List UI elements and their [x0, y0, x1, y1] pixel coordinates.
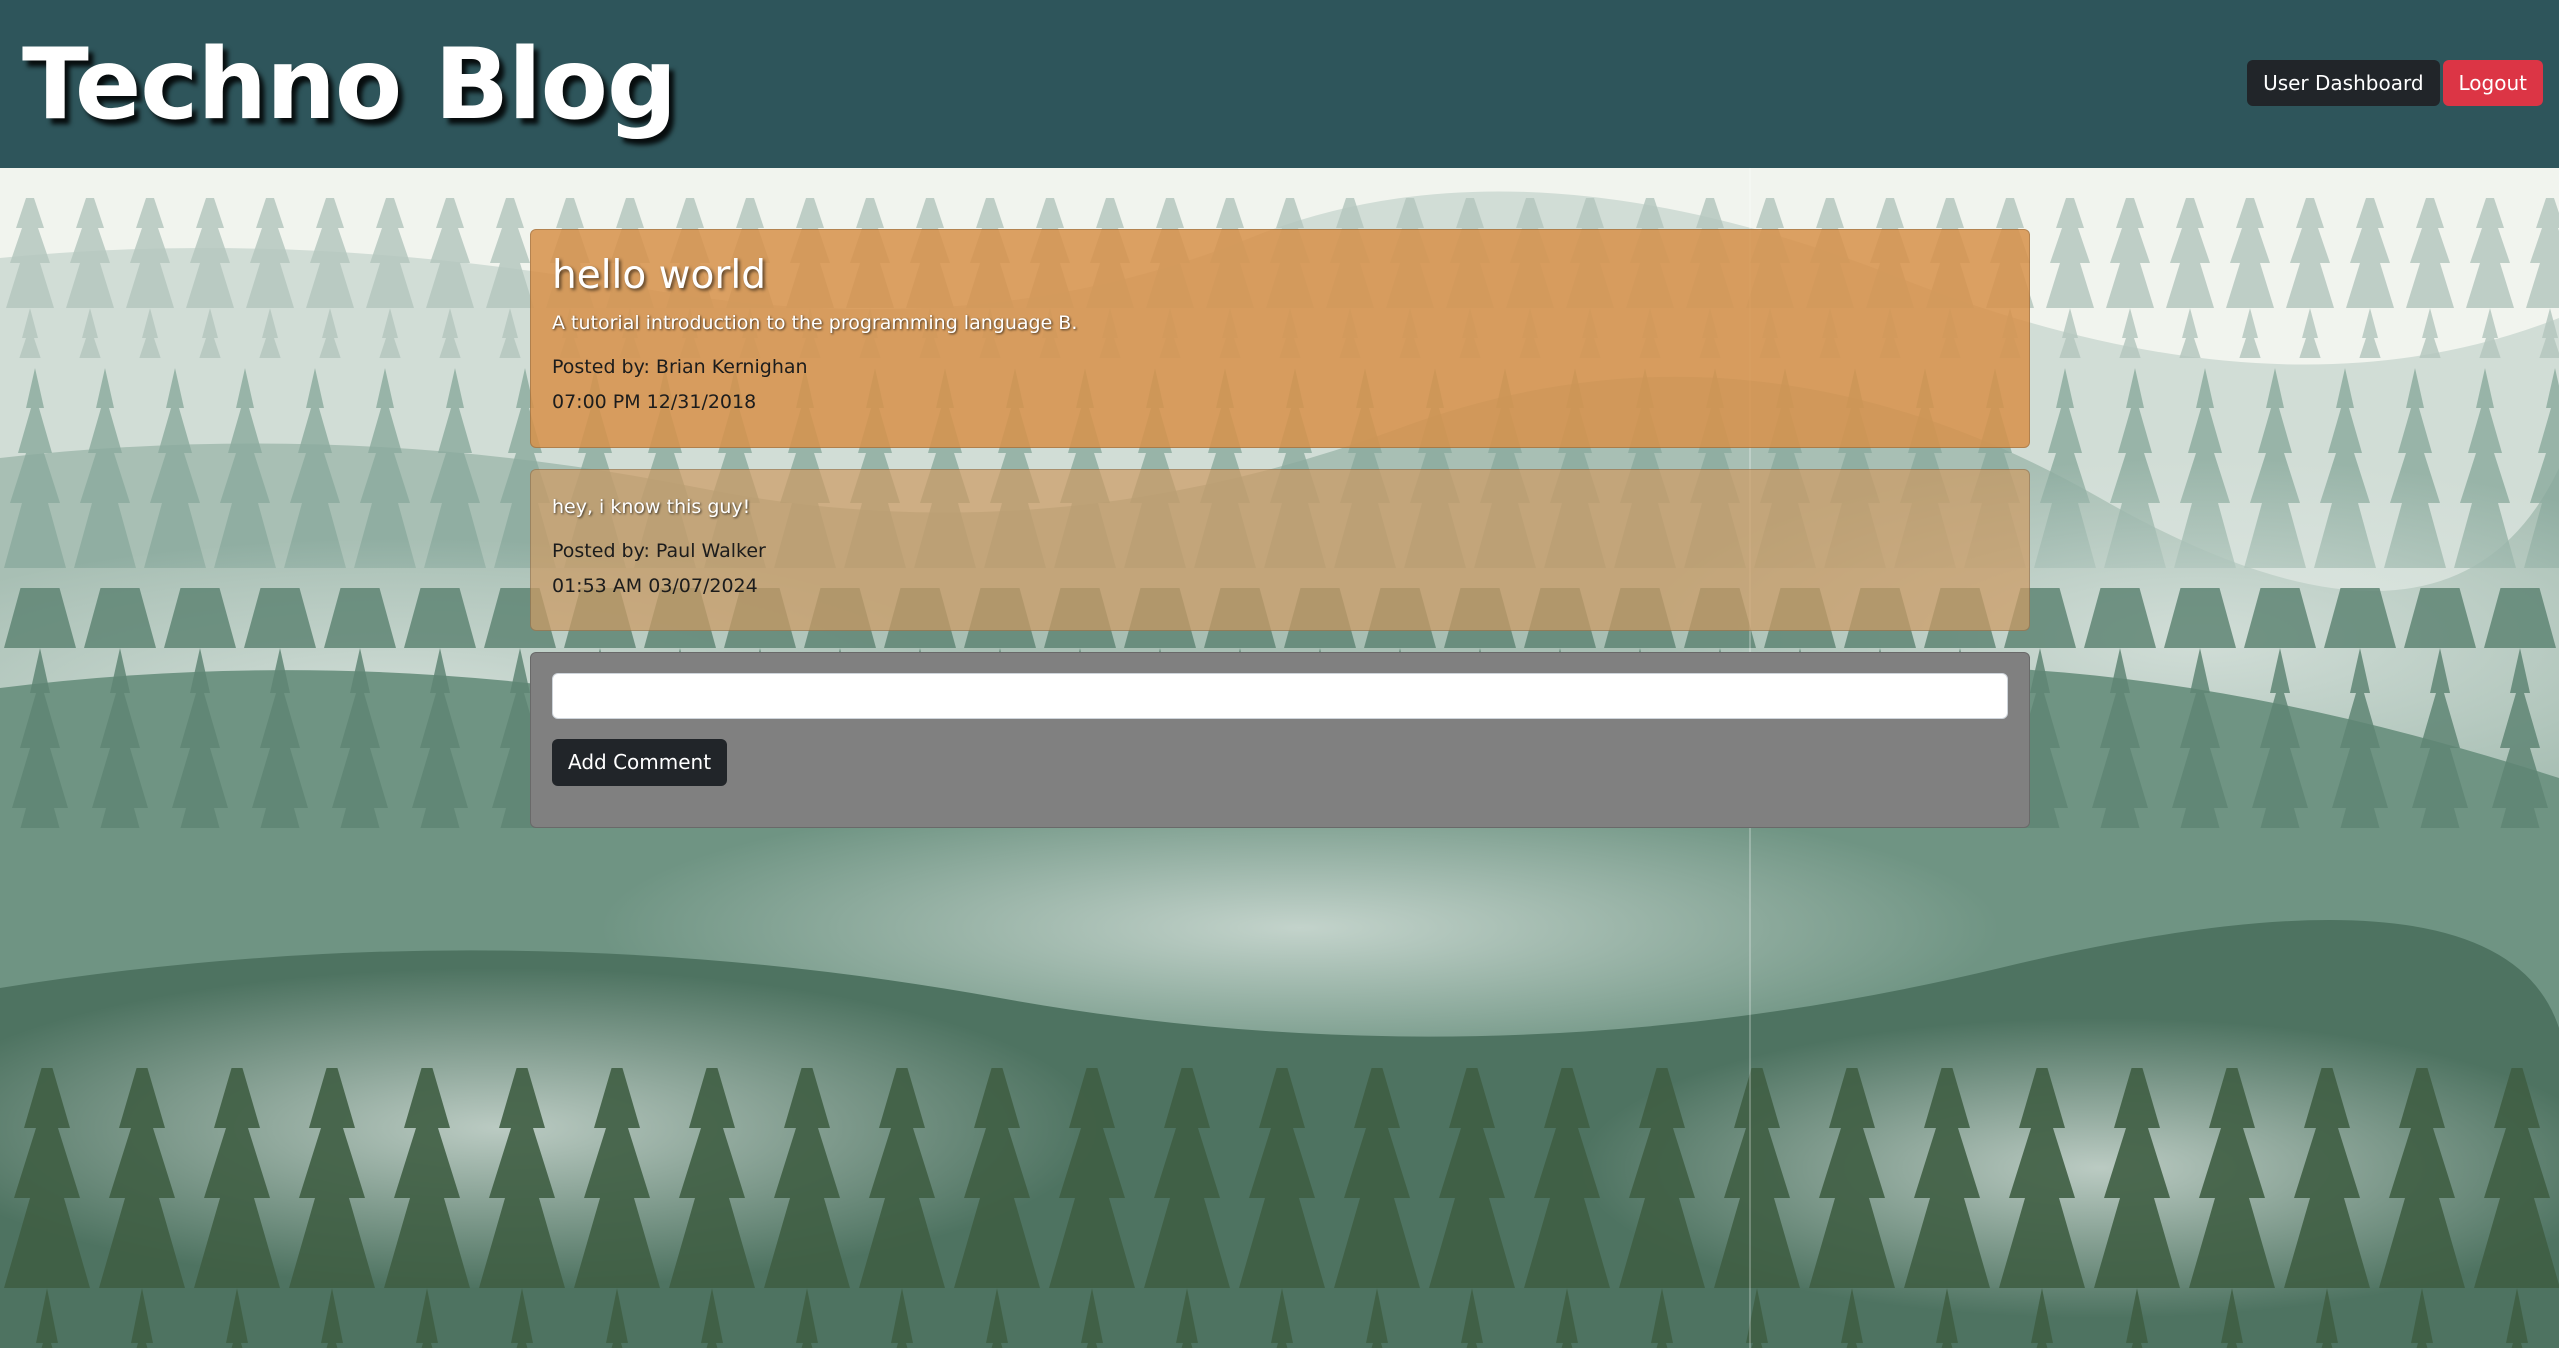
logout-button[interactable]: Logout [2442, 60, 2543, 106]
comment-input[interactable] [552, 673, 2008, 719]
post-body: A tutorial introduction to the programmi… [552, 312, 1078, 334]
user-dashboard-button[interactable]: User Dashboard [2247, 60, 2440, 106]
post-timestamp: 07:00 PM 12/31/2018 [552, 391, 757, 413]
post-author: Posted by: Brian Kernighan [552, 356, 808, 378]
post-container: hello world A tutorial introduction to t… [530, 229, 2030, 849]
header-nav: User Dashboard Logout [2247, 60, 2543, 106]
site-title: Techno Blog [22, 28, 677, 142]
comment-form: Add Comment [530, 652, 2030, 828]
site-header: Techno Blog User Dashboard Logout [0, 0, 2559, 168]
post-card: hello world A tutorial introduction to t… [530, 229, 2030, 448]
comment-card: hey, i know this guy! Posted by: Paul Wa… [530, 469, 2030, 631]
comment-author: Posted by: Paul Walker [552, 540, 766, 562]
add-comment-button[interactable]: Add Comment [552, 739, 728, 786]
post-title: hello world [552, 253, 767, 298]
comment-body: hey, i know this guy! [552, 496, 751, 518]
comment-timestamp: 01:53 AM 03/07/2024 [552, 575, 758, 597]
